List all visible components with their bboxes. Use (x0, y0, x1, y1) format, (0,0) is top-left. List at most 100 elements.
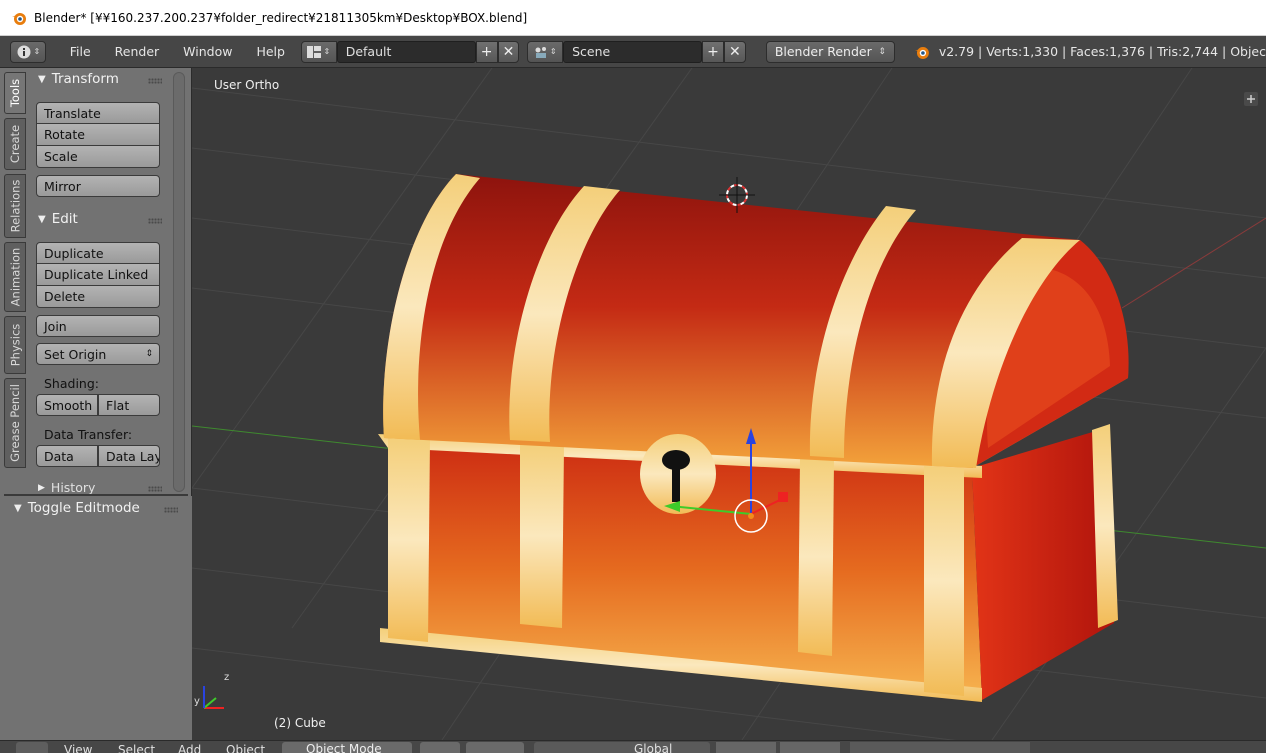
scene-name: Scene (572, 44, 611, 59)
set-origin-dropdown[interactable]: Set Origin ⇕ (36, 343, 160, 365)
info-header: ⇕ File Render Window Help ⇕ Default + ✕ … (0, 36, 1266, 68)
scene-icon (535, 46, 546, 58)
duplicate-linked-button[interactable]: Duplicate Linked (36, 264, 160, 286)
header-tool-buttons[interactable] (850, 742, 1030, 753)
add-scene-button[interactable]: + (702, 40, 724, 63)
tab-tools[interactable]: Tools (4, 72, 26, 114)
transform-orientation-dropdown[interactable]: Global (534, 742, 710, 753)
tab-physics[interactable]: Physics (4, 316, 26, 374)
layer-buttons-2[interactable] (780, 742, 840, 753)
edit-panel-header[interactable]: ▼ Edit (38, 211, 78, 227)
viewport-shading-dropdown[interactable] (420, 742, 460, 753)
data-layout-transfer-button[interactable]: Data Lay (98, 445, 160, 467)
blender-logo-icon (12, 12, 26, 25)
scene-selector[interactable]: ⇕ (527, 40, 564, 63)
mirror-button[interactable]: Mirror (36, 175, 160, 197)
menu-view[interactable]: View (64, 743, 92, 753)
tab-relations-label: Relations (8, 179, 22, 233)
scale-button[interactable]: Scale (36, 146, 160, 168)
editor-type-button[interactable] (16, 742, 48, 753)
panel-grip-icon[interactable] (148, 486, 162, 492)
tab-grease-pencil-label: Grease Pencil (8, 384, 22, 462)
operator-panel-header[interactable]: ▼ Toggle Editmode (14, 500, 140, 516)
chevron-updown-icon: ⇕ (33, 47, 41, 56)
editor-type-button[interactable]: ⇕ (10, 40, 46, 63)
layout-icon (307, 45, 322, 58)
viewport-canvas[interactable]: y z x (192, 68, 1266, 740)
screen-layout-selector[interactable]: ⇕ (300, 40, 337, 63)
close-icon: ✕ (502, 43, 515, 60)
rotate-button[interactable]: Rotate (36, 124, 160, 146)
smooth-button[interactable]: Smooth (36, 394, 98, 416)
tab-grease-pencil[interactable]: Grease Pencil (4, 378, 26, 468)
chest-base-side (972, 428, 1114, 700)
chevron-updown-icon: ⇕ (549, 47, 557, 56)
duplicate-button[interactable]: Duplicate (36, 242, 160, 264)
scene-statistics: v2.79 | Verts:1,330 | Faces:1,376 | Tris… (938, 44, 1266, 59)
3d-view-header: View Select Add Object Object Mode Globa… (0, 740, 1266, 753)
delete-layout-button[interactable]: ✕ (497, 40, 520, 63)
screen-layout-field[interactable]: Default (336, 40, 476, 63)
triangle-right-icon: ▶ (38, 482, 45, 493)
info-icon (17, 45, 31, 58)
properties-toggle-icon[interactable] (1244, 92, 1258, 106)
menu-file[interactable]: File (60, 44, 101, 59)
delete-scene-button[interactable]: ✕ (723, 40, 746, 63)
chest-strap-front-1 (520, 444, 564, 628)
render-engine-label: Blender Render (774, 44, 872, 59)
window-titlebar: Blender* [¥¥160.237.200.237¥folder_redir… (0, 0, 1266, 36)
chest-strap-front-2 (798, 458, 834, 656)
tab-create[interactable]: Create (4, 118, 26, 170)
mode-dropdown[interactable]: Object Mode (282, 742, 412, 753)
orientation-label: Global (634, 742, 673, 753)
active-object-label: (2) Cube (274, 716, 326, 730)
tab-animation-label: Animation (8, 247, 23, 307)
pivot-point-dropdown[interactable] (466, 742, 524, 753)
menu-object[interactable]: Object (226, 743, 265, 753)
panel-grip-icon[interactable] (148, 78, 162, 84)
layer-buttons-1[interactable] (716, 742, 776, 753)
chevron-updown-icon: ⇕ (323, 47, 331, 56)
chevron-updown-icon: ⇕ (878, 46, 886, 57)
plus-icon: + (480, 43, 493, 60)
history-panel-header[interactable]: ▶ History (38, 480, 95, 495)
menu-render[interactable]: Render (105, 44, 170, 59)
add-layout-button[interactable]: + (475, 40, 498, 63)
join-button[interactable]: Join (36, 315, 160, 337)
tab-relations[interactable]: Relations (4, 174, 26, 238)
data-transfer-button[interactable]: Data (36, 445, 98, 467)
tool-shelf-tabs: Tools Create Relations Animation Physics… (4, 72, 26, 562)
menu-window[interactable]: Window (173, 44, 242, 59)
tab-tools-label: Tools (8, 78, 22, 108)
panel-grip-icon[interactable] (164, 507, 178, 513)
axis-z-label: z (224, 672, 229, 683)
shading-label: Shading: (44, 376, 99, 391)
history-header-label: History (50, 480, 96, 495)
view-axis-icon (203, 686, 224, 709)
mode-label: Object Mode (306, 742, 382, 753)
tab-animation[interactable]: Animation (4, 242, 26, 312)
delete-button[interactable]: Delete (36, 286, 160, 308)
tool-shelf: Tools Create Relations Animation Physics… (0, 68, 192, 753)
render-engine-dropdown[interactable]: Blender Render ⇕ (765, 40, 895, 63)
tool-shelf-scrollbar[interactable] (173, 72, 185, 492)
chest-corner-right (924, 466, 964, 696)
panel-grip-icon[interactable] (148, 218, 162, 224)
transform-panel-header[interactable]: ▼ Transform (38, 71, 119, 87)
triangle-down-icon: ▼ (38, 73, 46, 85)
axis-y-label: y (194, 696, 200, 707)
menu-select[interactable]: Select (118, 743, 155, 753)
menu-help[interactable]: Help (246, 44, 295, 59)
flat-button[interactable]: Flat (98, 394, 160, 416)
3d-viewport[interactable]: y z x User Ortho (2) Cube (192, 68, 1266, 740)
window-title: Blender* [¥¥160.237.200.237¥folder_redir… (34, 10, 528, 25)
tools-panel: ▼ Transform Translate Rotate Scale Mirro… (30, 68, 170, 562)
edit-header-label: Edit (51, 211, 78, 227)
scene-field[interactable]: Scene (563, 40, 703, 63)
close-icon: ✕ (729, 43, 741, 60)
plus-icon: + (707, 43, 719, 60)
view-name-label: User Ortho (214, 78, 280, 92)
menu-add[interactable]: Add (178, 743, 201, 753)
chest-corner-left (388, 438, 430, 642)
translate-button[interactable]: Translate (36, 102, 160, 124)
